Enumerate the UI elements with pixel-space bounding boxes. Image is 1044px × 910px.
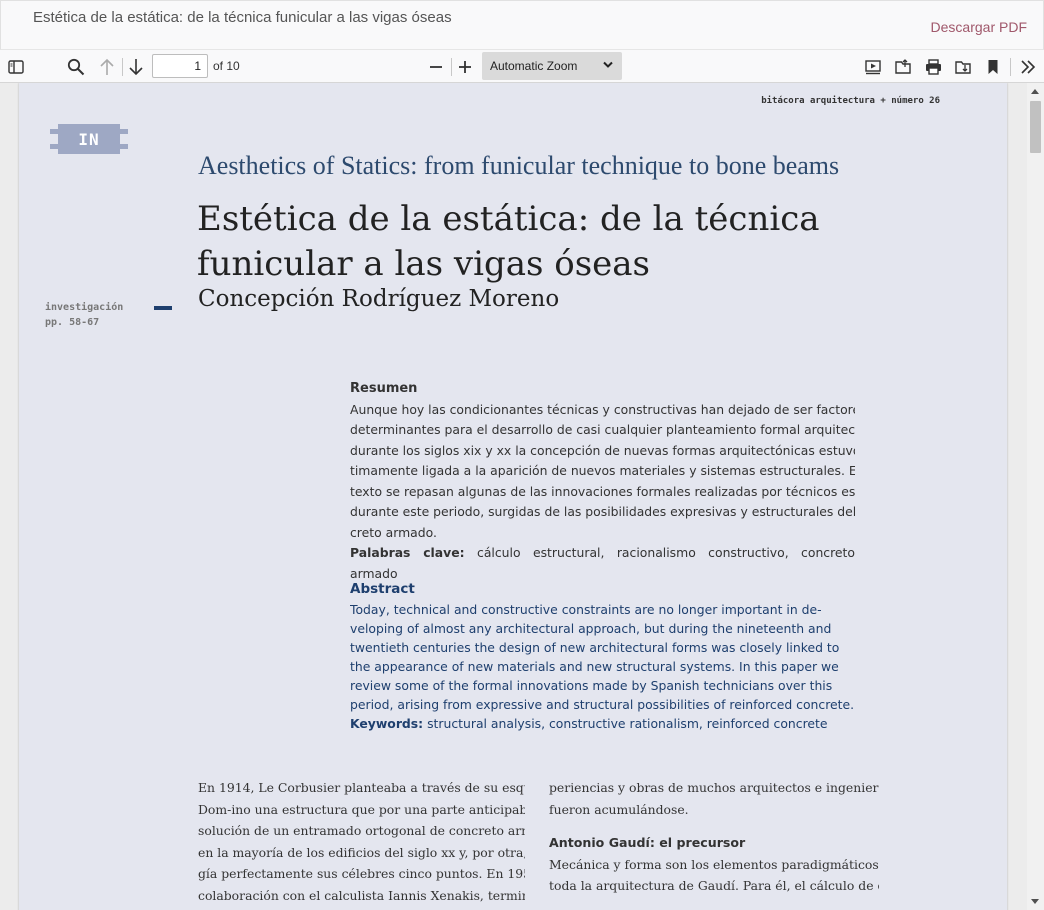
- vertical-scrollbar[interactable]: [1027, 83, 1044, 910]
- search-icon[interactable]: [64, 50, 88, 83]
- text-line: texto se repasan algunas de las innovaci…: [350, 483, 855, 499]
- pdf-page: bitácora arquitectura + número 26 IN Aes…: [19, 83, 1007, 910]
- resumen-text: Aunque hoy las condicionantes técnicas y…: [350, 400, 855, 544]
- text-line: fueron acumulándose.: [549, 801, 689, 817]
- author-name: Concepción Rodríguez Moreno: [198, 286, 560, 312]
- text-line: toda la arquitectura de Gaudí. Para él, …: [549, 878, 879, 894]
- text-line: twentieth centuries the design of new ar…: [350, 640, 840, 655]
- body-column-left: En 1914, Le Corbusier planteaba a través…: [198, 777, 525, 907]
- scroll-thumb[interactable]: [1030, 101, 1041, 153]
- english-title: Aesthetics of Statics: from funicular te…: [198, 151, 840, 180]
- scroll-up-arrow-icon[interactable]: [1031, 89, 1039, 94]
- text-line: period, arising from expressive and stru…: [350, 697, 855, 712]
- toolbar-separator: [451, 58, 452, 76]
- resumen-block: Resumen Aunque hoy las condicionantes té…: [350, 379, 855, 584]
- presentation-icon[interactable]: [862, 50, 884, 83]
- text-line: gía perfectamente sus célebres cinco pun…: [198, 866, 525, 882]
- text-line: creto armado.: [350, 524, 437, 540]
- text-line: review some of the formal innovations ma…: [350, 678, 833, 693]
- bookmark-icon[interactable]: [982, 50, 1004, 83]
- section-heading: Antonio Gaudí: el precursor: [549, 835, 746, 851]
- scroll-down-arrow-icon[interactable]: [1031, 899, 1039, 904]
- print-icon[interactable]: [922, 50, 944, 83]
- spanish-title: Estética de la estática: de la técnica f…: [197, 199, 820, 284]
- abstract-block: Abstract Today, technical and constructi…: [350, 580, 855, 733]
- palabras-clave: Palabras clave: cálculo estructural, rac…: [350, 545, 855, 581]
- text-line: periencias y obras de muchos arquitectos…: [549, 780, 879, 795]
- open-file-icon[interactable]: [892, 50, 914, 83]
- sidebar-toggle-icon[interactable]: [4, 50, 28, 83]
- section-badge-label: IN: [78, 130, 100, 149]
- section-badge: IN: [50, 124, 128, 154]
- text-line: veloping of almost any architectural app…: [350, 621, 832, 636]
- accent-dash: [154, 306, 172, 310]
- text-line: Mecánica y forma son los elementos parad…: [549, 856, 879, 872]
- tools-chevron-icon[interactable]: [1016, 50, 1040, 83]
- download-icon[interactable]: [952, 50, 974, 83]
- abstract-text: Today, technical and constructive constr…: [350, 600, 855, 714]
- text-line: Aunque hoy las condicionantes técnicas y…: [350, 401, 855, 417]
- pdf-viewer-area[interactable]: bitácora arquitectura + número 26 IN Aes…: [0, 83, 1044, 910]
- toolbar-separator: [1010, 58, 1011, 76]
- document-header: Estética de la estática: de la técnica f…: [0, 0, 1044, 50]
- zoom-in-icon[interactable]: [454, 50, 476, 83]
- resumen-heading: Resumen: [350, 381, 418, 396]
- zoom-select-value: Automatic Zoom: [490, 59, 578, 73]
- text-line: colaboración con el calculista Iannis Xe…: [198, 887, 525, 903]
- chevron-down-icon: [603, 61, 613, 68]
- keywords: Keywords: structural analysis, construct…: [350, 716, 828, 731]
- text-line: timamente ligada a la aparición de nuevo…: [350, 463, 855, 478]
- abstract-heading: Abstract: [350, 581, 415, 597]
- text-line: Today, technical and constructive constr…: [350, 602, 822, 617]
- text-line: durante este periodo, surgidas de las po…: [350, 504, 855, 519]
- text-line: Dom-ino una estructura que por una parte…: [198, 801, 525, 817]
- page-count-label: of 10: [213, 59, 240, 73]
- section-meta: investigación pp. 58-67: [45, 302, 124, 328]
- page-number-input[interactable]: [152, 54, 208, 78]
- zoom-select[interactable]: Automatic Zoom: [482, 52, 622, 80]
- text-line: determinantes para el desarrollo de casi…: [350, 422, 855, 437]
- arrow-down-icon[interactable]: [125, 50, 147, 83]
- text-line: the appearance of new materials and new …: [350, 659, 839, 674]
- text-line: durante los siglos xix y xx la concepció…: [350, 442, 855, 458]
- text-line: En 1914, Le Corbusier planteaba a través…: [198, 780, 525, 795]
- toolbar-separator: [122, 58, 123, 76]
- document-title: Estética de la estática: de la técnica f…: [33, 9, 452, 26]
- running-head: bitácora arquitectura + número 26: [761, 96, 940, 106]
- text-line: solución de un entramado ortogonal de co…: [198, 823, 525, 839]
- text-line: en la mayoría de los edificios del siglo…: [198, 844, 525, 860]
- zoom-out-icon[interactable]: [425, 50, 447, 83]
- arrow-up-icon[interactable]: [96, 50, 118, 83]
- body-column-right: periencias y obras de muchos arquitectos…: [549, 777, 879, 897]
- download-pdf-link[interactable]: Descargar PDF: [931, 19, 1027, 35]
